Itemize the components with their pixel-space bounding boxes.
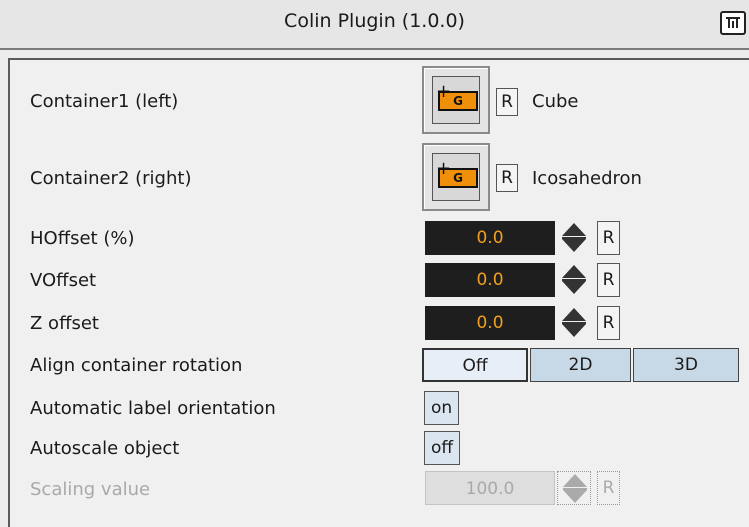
container2-value: Icosahedron xyxy=(532,168,642,189)
zoffset-reset-button[interactable]: R xyxy=(597,306,620,340)
plugin-info-icon[interactable] xyxy=(720,11,746,35)
plugin-header: Colin Plugin (1.0.0) xyxy=(0,0,749,50)
zoffset-label: Z offset xyxy=(30,313,99,334)
autoscale-label: Autoscale object xyxy=(30,438,180,459)
hoffset-reset-button[interactable]: R xyxy=(597,221,620,255)
zoffset-spinner-icon[interactable] xyxy=(557,306,591,340)
container1-label: Container1 (left) xyxy=(30,91,179,112)
container2-label: Container2 (right) xyxy=(30,168,192,189)
align-3d-button[interactable]: 3D xyxy=(633,348,739,382)
auto-label-orientation-toggle[interactable]: on xyxy=(424,391,460,425)
voffset-label: VOffset xyxy=(30,270,97,291)
voffset-spinner-icon[interactable] xyxy=(557,263,591,297)
container1-icon-frame: + G xyxy=(432,76,480,124)
container-group-icon: + G xyxy=(436,83,478,111)
hoffset-spinner-icon[interactable] xyxy=(557,221,591,255)
align-2d-button[interactable]: 2D xyxy=(530,348,631,382)
hoffset-label: HOffset (%) xyxy=(30,228,135,249)
container2-drop-button[interactable]: + G xyxy=(422,143,490,211)
align-rotation-label: Align container rotation xyxy=(30,355,243,376)
container-group-icon: + G xyxy=(436,160,478,188)
scaling-value-field: 100.0 xyxy=(425,471,555,505)
auto-label-orientation-label: Automatic label orientation xyxy=(30,398,276,419)
plugin-title: Colin Plugin (1.0.0) xyxy=(284,10,465,32)
container2-reset-button[interactable]: R xyxy=(496,164,518,192)
align-off-button[interactable]: Off xyxy=(422,348,528,382)
container1-drop-button[interactable]: + G xyxy=(422,66,490,134)
autoscale-toggle[interactable]: off xyxy=(424,431,461,465)
scaling-spinner-icon xyxy=(557,471,591,505)
voffset-field[interactable]: 0.0 xyxy=(425,263,555,297)
scaling-reset-button: R xyxy=(597,471,620,505)
container1-reset-button[interactable]: R xyxy=(496,88,518,116)
hoffset-field[interactable]: 0.0 xyxy=(425,221,555,255)
scaling-value-label: Scaling value xyxy=(30,479,151,500)
zoffset-field[interactable]: 0.0 xyxy=(425,306,555,340)
voffset-reset-button[interactable]: R xyxy=(597,263,620,297)
container2-icon-frame: + G xyxy=(432,153,480,201)
container1-value: Cube xyxy=(532,91,579,112)
